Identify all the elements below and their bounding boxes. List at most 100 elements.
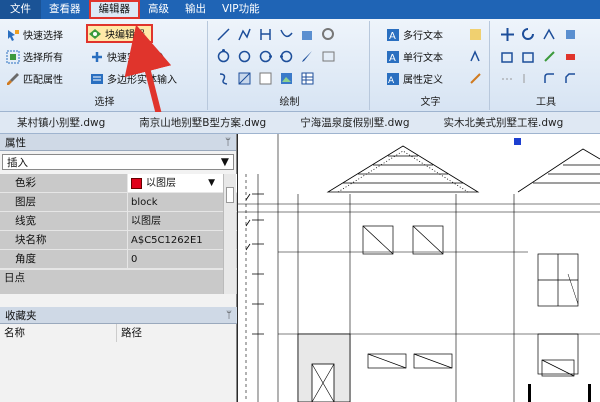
menu-advanced[interactable]: 高级 — [140, 0, 177, 19]
entity-type-value: 插入 — [7, 156, 28, 169]
hatch-icon[interactable] — [300, 27, 315, 42]
svg-text:A: A — [389, 53, 396, 64]
scrollbar-thumb[interactable] — [226, 187, 234, 203]
prop-row-color[interactable]: 色彩 以图层 ▼ — [0, 174, 237, 193]
grip-marker[interactable] — [514, 138, 521, 145]
mtext-icon: A — [386, 28, 400, 42]
menu-output[interactable]: 输出 — [177, 0, 214, 19]
prop-value[interactable]: 0 — [128, 250, 237, 268]
prop-value[interactable]: block — [128, 193, 237, 211]
text-edit-icon[interactable] — [468, 49, 483, 67]
wipeout-icon[interactable] — [258, 71, 273, 86]
hatched-block — [297, 333, 351, 402]
tools-row-1 — [500, 27, 578, 42]
entity-type-combo[interactable]: 插入 ▼ — [2, 154, 234, 170]
polyline-icon[interactable] — [237, 27, 252, 42]
menu-editor[interactable]: 编辑器 — [88, 0, 140, 19]
spline-icon[interactable] — [279, 27, 294, 42]
mirror-icon[interactable] — [542, 27, 557, 42]
doc-tab-3[interactable]: 宁海温泉度假别墅.dwg — [283, 115, 426, 130]
pin-icon[interactable]: ᛘ — [226, 310, 232, 321]
attdef-button[interactable]: A 属性定义 — [386, 69, 443, 88]
property-scrollbar[interactable] — [223, 174, 236, 294]
ellipse-icon[interactable] — [279, 49, 294, 64]
draw-group: 绘制 — [210, 21, 370, 110]
doc-tab-2[interactable]: 南京山地别墅B型方案.dwg — [122, 115, 283, 130]
rotate-icon[interactable] — [521, 27, 536, 42]
menu-vip[interactable]: VIP功能 — [214, 0, 268, 19]
prop-key: 线宽 — [0, 212, 128, 230]
text-find-icon[interactable] — [468, 71, 483, 89]
prop-row-layer[interactable]: 图层 block — [0, 193, 237, 212]
offset-icon[interactable] — [521, 49, 536, 64]
match-props-button[interactable]: 匹配属性 — [6, 69, 63, 88]
prop-row-angle[interactable]: 角度 0 — [0, 250, 237, 269]
text-group-title: 文字 — [420, 97, 441, 108]
copy-icon[interactable] — [500, 49, 515, 64]
array-icon[interactable] — [563, 27, 578, 42]
plus-icon — [90, 50, 104, 64]
circle-2p-icon[interactable] — [237, 49, 252, 64]
brush-icon — [6, 72, 20, 86]
roof-right — [517, 148, 600, 193]
fillet-icon[interactable] — [542, 71, 557, 86]
table-icon[interactable] — [300, 71, 315, 86]
windows-left — [362, 225, 453, 369]
drawing-canvas[interactable] — [238, 134, 600, 402]
select-all-button[interactable]: 选择所有 — [6, 47, 63, 66]
settings-icon[interactable] — [321, 27, 336, 42]
text-style-icon[interactable] — [468, 27, 483, 45]
doc-tab-1[interactable]: 某村镇小别墅.dwg — [0, 115, 122, 130]
circle-icon[interactable] — [216, 49, 231, 64]
prop-row-blockname[interactable]: 块名称 A$C5C1262E1 — [0, 231, 237, 250]
quick-select-icon — [6, 28, 20, 42]
pin-icon[interactable]: ᛘ — [225, 137, 231, 148]
quick-entity-import-button[interactable]: 快速实体导入 — [90, 47, 167, 66]
block-insert-icon[interactable] — [321, 49, 336, 64]
favorites-title: 收藏夹 — [5, 309, 37, 322]
chamfer-icon[interactable] — [563, 71, 578, 86]
properties-header: 属性 ᛘ — [0, 134, 236, 151]
chevron-down-icon[interactable]: ▼ — [208, 174, 215, 193]
erase-icon[interactable] — [563, 49, 578, 64]
quick-select-button[interactable]: 快速选择 — [6, 25, 63, 44]
prop-value[interactable]: 以图层 — [128, 212, 237, 230]
scale-icon[interactable] — [542, 49, 557, 64]
menu-file[interactable]: 文件 — [0, 0, 41, 19]
prop-value[interactable]: 以图层 ▼ — [128, 174, 237, 192]
stext-button[interactable]: A 单行文本 — [386, 47, 443, 66]
polygon-entity-input-label: 多边形实体输入 — [107, 75, 177, 86]
circle-3p-icon[interactable] — [258, 49, 273, 64]
left-panel: 属性 ᛘ 插入 ▼ 色彩 以图层 ▼ 图层 block 线宽 以图层 块名称 A… — [0, 134, 237, 402]
polygon-entity-input-button[interactable]: 多边形实体输入 — [90, 69, 177, 88]
svg-text:A: A — [388, 76, 395, 86]
line-icon[interactable] — [216, 27, 231, 42]
extend-icon[interactable] — [521, 71, 536, 86]
polygon-input-icon — [90, 72, 104, 86]
mtext-button[interactable]: A 多行文本 — [386, 25, 443, 44]
block-editor-button[interactable]: 块编辑器 — [86, 24, 153, 43]
pen-icon[interactable] — [300, 49, 315, 64]
draw-row-2 — [216, 49, 336, 64]
select-group-title: 选择 — [94, 97, 115, 108]
move-icon[interactable] — [500, 27, 515, 42]
section-point[interactable]: 日点 — [0, 269, 237, 285]
color-value: 以图层 — [146, 177, 176, 189]
attdef-icon: A — [386, 72, 400, 86]
menu-viewer[interactable]: 查看器 — [41, 0, 89, 19]
select-all-label: 选择所有 — [23, 53, 63, 64]
document-tabs: 某村镇小别墅.dwg 南京山地别墅B型方案.dwg 宁海温泉度假别墅.dwg 实… — [0, 112, 600, 134]
doc-tab-4[interactable]: 实木北美式别墅工程.dwg — [427, 115, 581, 130]
draw-row-3 — [216, 71, 315, 86]
image-icon[interactable] — [279, 71, 294, 86]
col-name[interactable]: 名称 — [0, 324, 117, 342]
prop-row-lineweight[interactable]: 线宽 以图层 — [0, 212, 237, 231]
revcloud-icon[interactable] — [216, 71, 231, 86]
prop-key: 色彩 — [0, 174, 128, 192]
hatch-pattern-icon[interactable] — [237, 71, 252, 86]
trim-icon[interactable] — [500, 71, 515, 86]
prop-value[interactable]: A$C5C1262E1 — [128, 231, 237, 249]
col-path[interactable]: 路径 — [117, 324, 142, 342]
draw-group-title: 绘制 — [279, 97, 300, 108]
rectangle-icon[interactable] — [258, 27, 273, 42]
